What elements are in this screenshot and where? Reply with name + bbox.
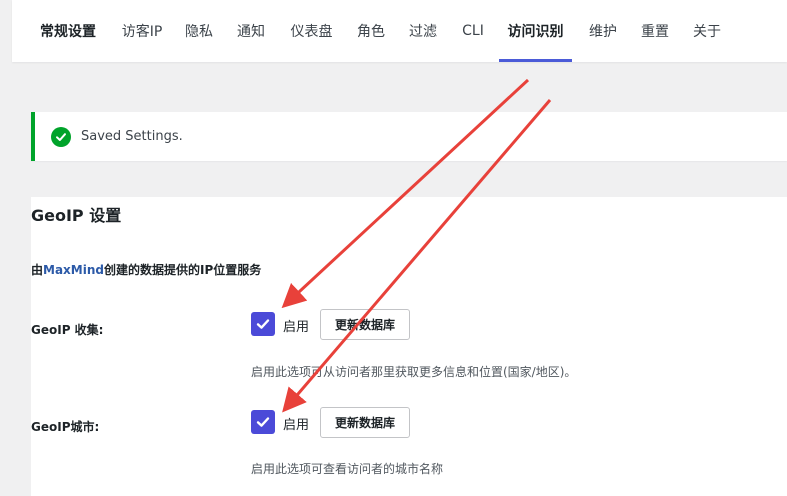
- checkmark-icon: [256, 417, 270, 427]
- geoip-settings-panel: GeoIP 设置 由MaxMind创建的数据提供的IP位置服务 GeoIP 收集…: [31, 197, 787, 496]
- tab-cli[interactable]: CLI: [461, 0, 485, 62]
- tab-general-settings[interactable]: 常规设置: [38, 0, 98, 62]
- geoip-city-enable-label: 启用: [283, 418, 310, 433]
- saved-notice: Saved Settings.: [31, 112, 787, 161]
- geoip-city-checkbox[interactable]: [251, 410, 275, 434]
- update-database-button[interactable]: 更新数据库: [320, 309, 411, 340]
- section-description: 由MaxMind创建的数据提供的IP位置服务: [31, 261, 261, 278]
- tab-reset[interactable]: 重置: [640, 0, 670, 62]
- settings-tab-bar: 常规设置 访客IP 隐私 通知 仪表盘 角色 过滤 CLI 访问识别 维护 重置…: [12, 0, 787, 62]
- tab-roles[interactable]: 角色: [356, 0, 386, 62]
- desc-prefix: 由: [31, 263, 44, 277]
- geoip-collection-label: GeoIP 收集:: [31, 323, 104, 337]
- section-title: GeoIP 设置: [31, 206, 122, 225]
- tab-privacy[interactable]: 隐私: [184, 0, 214, 62]
- checkmark-icon: [256, 319, 270, 329]
- geoip-city-label: GeoIP城市:: [31, 420, 100, 434]
- geoip-city-help: 启用此选项可查看访问者的城市名称: [251, 462, 444, 476]
- tab-about[interactable]: 关于: [692, 0, 722, 62]
- desc-suffix: 创建的数据提供的IP位置服务: [103, 263, 262, 277]
- update-city-database-button[interactable]: 更新数据库: [320, 407, 411, 438]
- tab-dashboard[interactable]: 仪表盘: [289, 0, 334, 62]
- geoip-collection-checkbox[interactable]: [251, 312, 275, 336]
- tab-visit-recognition[interactable]: 访问识别: [499, 0, 572, 62]
- notice-text: Saved Settings.: [81, 129, 183, 144]
- tab-notifications[interactable]: 通知: [236, 0, 266, 62]
- maxmind-link[interactable]: MaxMind: [43, 263, 104, 277]
- geoip-collection-help: 启用此选项可从访问者那里获取更多信息和位置(国家/地区)。: [251, 365, 577, 379]
- success-check-icon: [51, 126, 71, 147]
- geoip-collection-enable-label: 启用: [283, 320, 310, 335]
- tab-visitor-ip[interactable]: 访客IP: [120, 0, 164, 62]
- tab-filters[interactable]: 过滤: [408, 0, 438, 62]
- tab-maintenance[interactable]: 维护: [588, 0, 618, 62]
